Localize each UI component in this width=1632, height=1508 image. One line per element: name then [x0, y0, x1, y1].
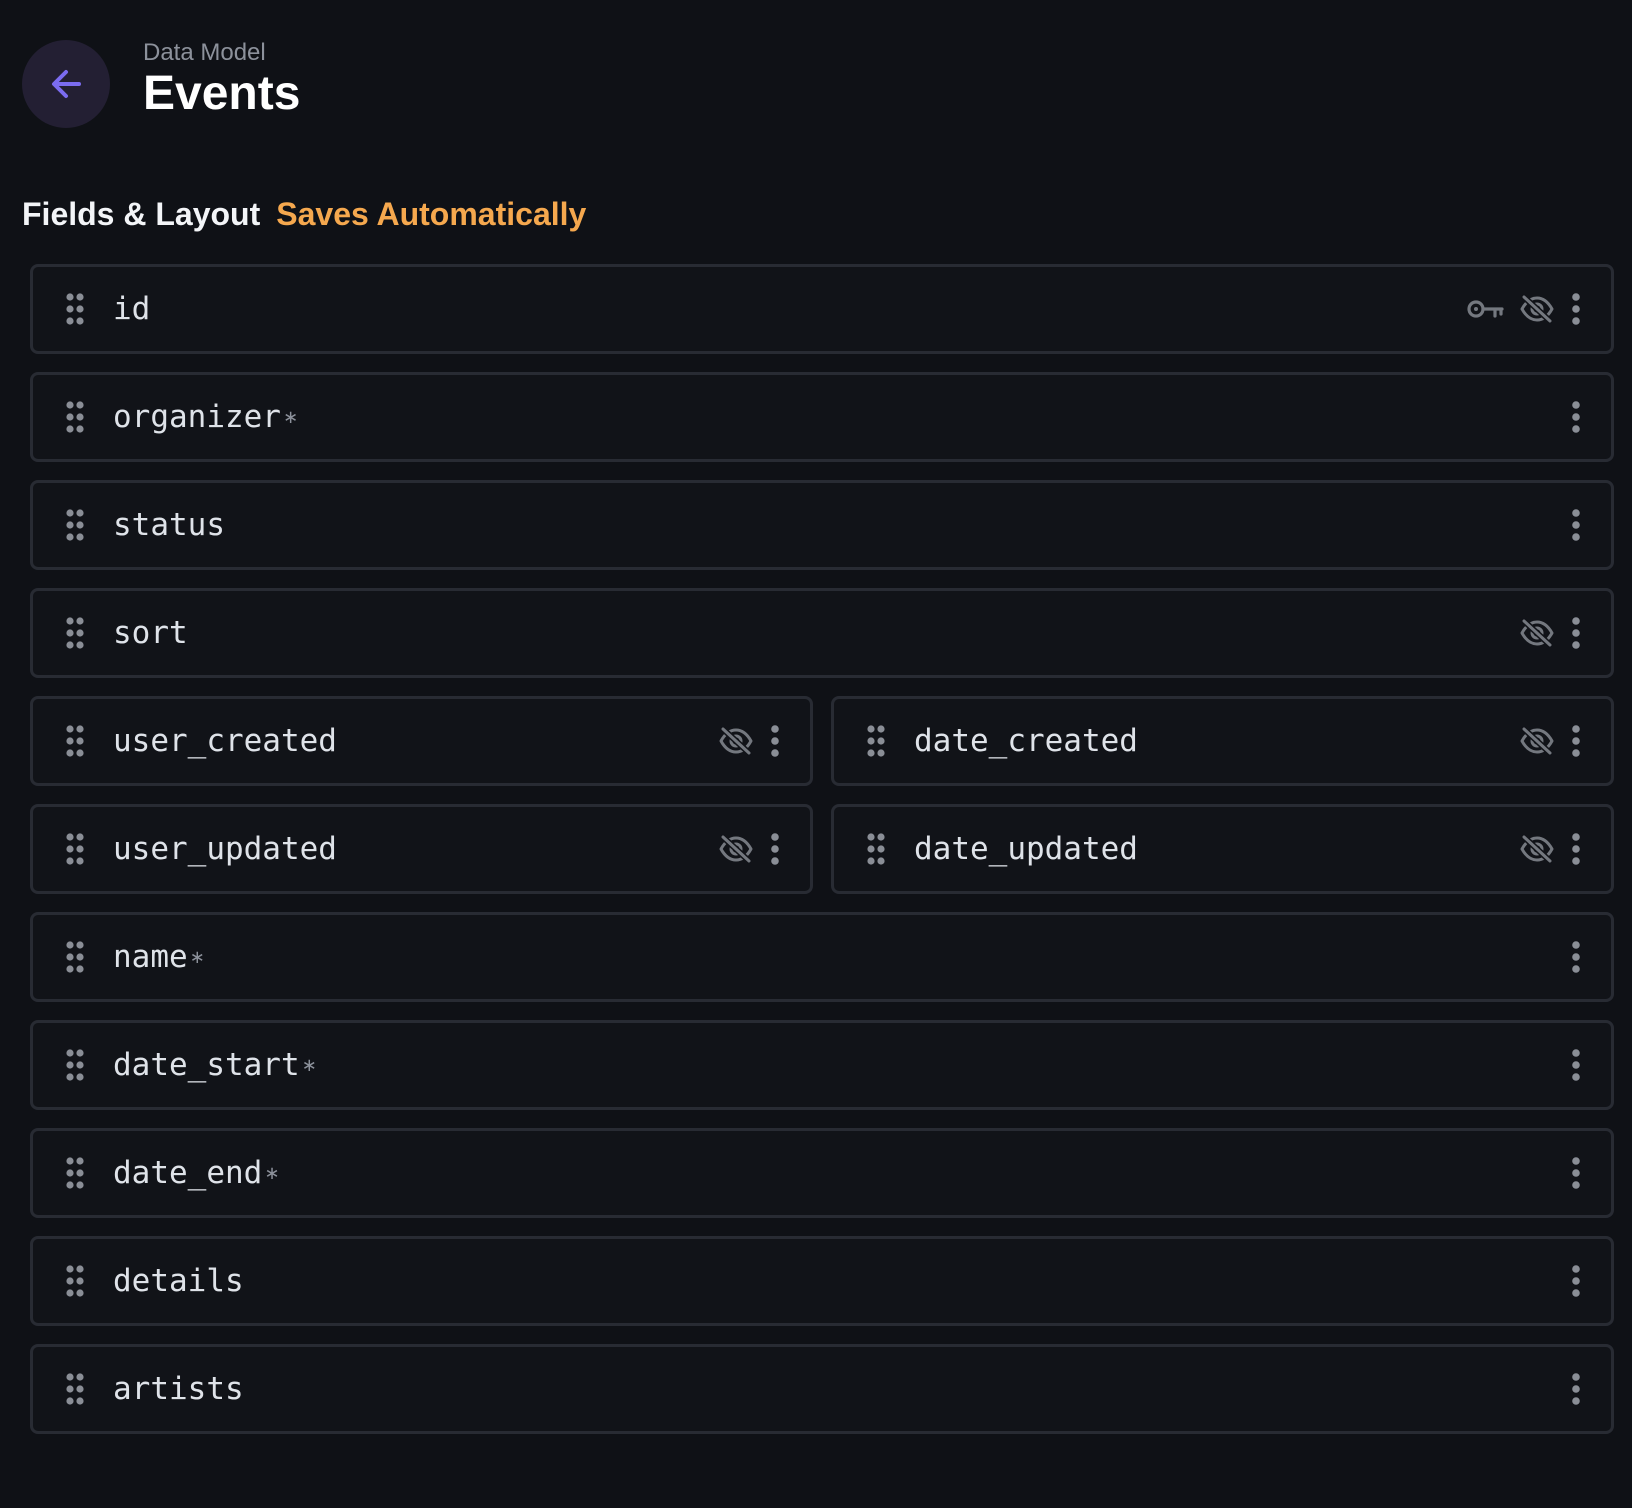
back-button[interactable] [22, 40, 110, 128]
drag-handle-icon[interactable] [63, 507, 87, 543]
section-heading: Fields & Layout Saves Automatically [22, 190, 586, 238]
field-actions [718, 832, 782, 866]
more-vertical-icon[interactable] [1569, 292, 1583, 326]
required-asterisk-icon: ∗ [189, 946, 205, 968]
field-name: details [113, 1263, 244, 1299]
more-vertical-icon[interactable] [1569, 1264, 1583, 1298]
drag-handle-icon[interactable] [63, 831, 87, 867]
field-name: date_start [113, 1047, 300, 1083]
more-vertical-icon[interactable] [1569, 724, 1583, 758]
drag-handle-icon[interactable] [864, 831, 888, 867]
required-asterisk-icon: ∗ [264, 1162, 280, 1184]
eye-off-icon[interactable] [1519, 726, 1555, 756]
field-row: name ∗ [30, 912, 1614, 1002]
more-vertical-icon[interactable] [1569, 940, 1583, 974]
field-actions [1519, 724, 1583, 758]
more-vertical-icon[interactable] [1569, 508, 1583, 542]
field-row: details [30, 1236, 1614, 1326]
field-name: id [113, 291, 151, 327]
breadcrumb[interactable]: Data Model [143, 39, 300, 67]
field-actions [718, 724, 782, 758]
field-row: date_end ∗ [30, 1128, 1614, 1218]
more-vertical-icon[interactable] [1569, 400, 1583, 434]
eye-off-icon[interactable] [718, 726, 754, 756]
field-item-date-created[interactable]: date_created [831, 696, 1614, 786]
field-name: sort [113, 615, 188, 651]
field-actions [1569, 508, 1583, 542]
drag-handle-icon[interactable] [63, 1155, 87, 1191]
drag-handle-icon[interactable] [63, 1047, 87, 1083]
eye-off-icon[interactable] [1519, 294, 1555, 324]
field-name: organizer [113, 399, 281, 435]
more-vertical-icon[interactable] [1569, 1048, 1583, 1082]
field-actions [1569, 1048, 1583, 1082]
field-name: user_created [113, 723, 337, 759]
field-item-user-created[interactable]: user_created [30, 696, 813, 786]
field-item-organizer[interactable]: organizer ∗ [30, 372, 1614, 462]
more-vertical-icon[interactable] [768, 724, 782, 758]
field-item-status[interactable]: status [30, 480, 1614, 570]
field-name: user_updated [113, 831, 337, 867]
drag-handle-icon[interactable] [63, 615, 87, 651]
field-item-date-end[interactable]: date_end ∗ [30, 1128, 1614, 1218]
field-row: date_start ∗ [30, 1020, 1614, 1110]
key-icon [1467, 297, 1505, 321]
field-actions [1569, 1264, 1583, 1298]
field-item-id[interactable]: id [30, 264, 1614, 354]
required-asterisk-icon: ∗ [282, 406, 299, 428]
field-row: artists [30, 1344, 1614, 1434]
field-item-name[interactable]: name ∗ [30, 912, 1614, 1002]
eye-off-icon[interactable] [1519, 834, 1555, 864]
required-asterisk-icon: ∗ [301, 1054, 317, 1076]
more-vertical-icon[interactable] [768, 832, 782, 866]
field-actions [1569, 940, 1583, 974]
field-actions [1467, 292, 1583, 326]
field-item-date-start[interactable]: date_start ∗ [30, 1020, 1614, 1110]
field-name: date_created [914, 723, 1138, 759]
autosave-status: Saves Automatically [276, 196, 587, 232]
field-name: status [113, 507, 225, 543]
fields-list: id organizer ∗ status sort user_created date_c… [30, 264, 1614, 1452]
field-row: user_created date_created [30, 696, 1614, 786]
field-name: date_end [113, 1155, 263, 1191]
eye-off-icon[interactable] [1519, 618, 1555, 648]
field-row: organizer ∗ [30, 372, 1614, 462]
page-header: Data Model Events [22, 39, 300, 128]
field-item-details[interactable]: details [30, 1236, 1614, 1326]
field-actions [1519, 616, 1583, 650]
field-row: status [30, 480, 1614, 570]
drag-handle-icon[interactable] [63, 723, 87, 759]
more-vertical-icon[interactable] [1569, 1156, 1583, 1190]
field-name: name [113, 939, 188, 975]
field-name: date_updated [914, 831, 1138, 867]
field-item-artists[interactable]: artists [30, 1344, 1614, 1434]
field-item-user-updated[interactable]: user_updated [30, 804, 813, 894]
field-actions [1519, 832, 1583, 866]
arrow-left-icon [52, 70, 81, 98]
field-item-date-updated[interactable]: date_updated [831, 804, 1614, 894]
field-row: sort [30, 588, 1614, 678]
field-actions [1569, 1372, 1583, 1406]
field-actions [1569, 1156, 1583, 1190]
field-actions [1569, 400, 1583, 434]
title-block: Data Model Events [143, 39, 300, 121]
drag-handle-icon[interactable] [63, 1371, 87, 1407]
section-title: Fields & Layout [22, 196, 261, 232]
drag-handle-icon[interactable] [864, 723, 888, 759]
drag-handle-icon[interactable] [63, 399, 87, 435]
more-vertical-icon[interactable] [1569, 616, 1583, 650]
page-title: Events [143, 67, 301, 120]
drag-handle-icon[interactable] [63, 939, 87, 975]
more-vertical-icon[interactable] [1569, 832, 1583, 866]
field-row: user_updated date_updated [30, 804, 1614, 894]
eye-off-icon[interactable] [718, 834, 754, 864]
more-vertical-icon[interactable] [1569, 1372, 1583, 1406]
field-row: id [30, 264, 1614, 354]
drag-handle-icon[interactable] [63, 1263, 87, 1299]
field-item-sort[interactable]: sort [30, 588, 1614, 678]
field-name: artists [113, 1371, 244, 1407]
drag-handle-icon[interactable] [63, 291, 87, 327]
